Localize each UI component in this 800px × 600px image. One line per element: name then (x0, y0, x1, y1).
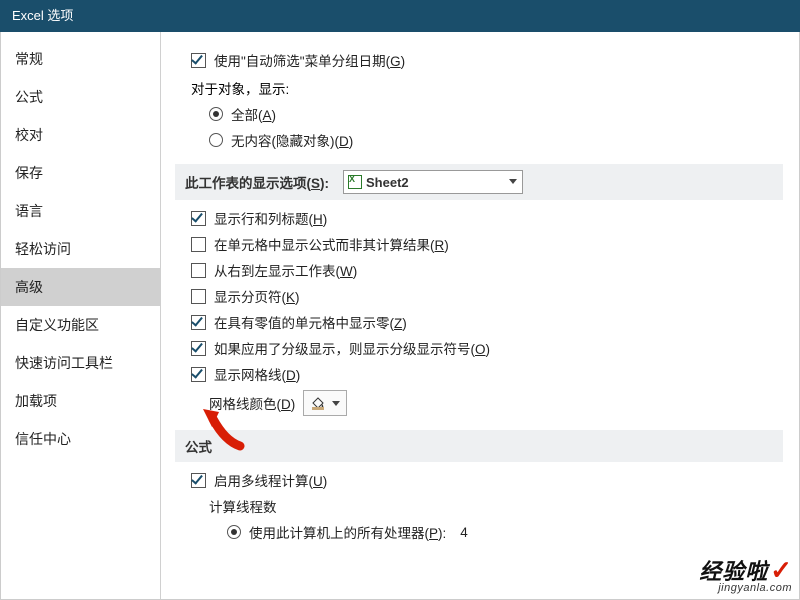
opt-label: 网格线颜色(D) (209, 393, 295, 413)
radio-icon[interactable] (209, 107, 223, 121)
sheet-name: Sheet2 (366, 175, 409, 190)
sidebar-item-advanced[interactable]: 高级 (1, 268, 160, 306)
checkbox-icon[interactable] (191, 289, 206, 304)
sidebar-item-customize-ribbon[interactable]: 自定义功能区 (1, 306, 160, 344)
opt-label: 计算线程数 (209, 496, 277, 516)
checkbox-icon[interactable] (191, 341, 206, 356)
cpu-count: 4 (460, 525, 468, 540)
opt-label: 显示行和列标题(H) (214, 208, 327, 228)
objects-label: 对于对象，显示: (191, 78, 783, 98)
section-label: 此工作表的显示选项(S): (185, 172, 329, 192)
opt-label: 如果应用了分级显示，则显示分级显示符号(O) (214, 338, 490, 358)
sidebar-item-general[interactable]: 常规 (1, 40, 160, 78)
opt-objects-all[interactable]: 全部(A) (209, 104, 783, 124)
opt-autofilter-group[interactable]: 使用"自动筛选"菜单分组日期(G) (191, 50, 783, 70)
opt-label: 使用"自动筛选"菜单分组日期(G) (214, 50, 405, 70)
opt-row-col-headers[interactable]: 显示行和列标题(H) (191, 208, 783, 228)
opt-label: 从右到左显示工作表(W) (214, 260, 357, 280)
sidebar-item-qat[interactable]: 快速访问工具栏 (1, 344, 160, 382)
opt-show-formulas[interactable]: 在单元格中显示公式而非其计算结果(R) (191, 234, 783, 254)
opt-label: 在具有零值的单元格中显示零(Z) (214, 312, 407, 332)
sidebar-item-formulas[interactable]: 公式 (1, 78, 160, 116)
checkbox-icon[interactable] (191, 367, 206, 382)
sidebar-item-trust[interactable]: 信任中心 (1, 420, 160, 458)
color-swatch (312, 407, 324, 410)
opt-objects-none[interactable]: 无内容(隐藏对象)(D) (209, 130, 783, 150)
opt-gridlines[interactable]: 显示网格线(D) (191, 364, 783, 384)
opt-label: 显示分页符(K) (214, 286, 300, 306)
watermark: 经验啦✓ jingyanla.com (699, 554, 792, 594)
checkbox-icon[interactable] (191, 473, 206, 488)
section-sheet-display: 此工作表的显示选项(S): Sheet2 (175, 164, 783, 200)
checkbox-icon[interactable] (191, 53, 206, 68)
sidebar-item-language[interactable]: 语言 (1, 192, 160, 230)
checkbox-icon[interactable] (191, 211, 206, 226)
checkbox-icon[interactable] (191, 315, 206, 330)
opt-rtl[interactable]: 从右到左显示工作表(W) (191, 260, 783, 280)
opt-outline-symbols[interactable]: 如果应用了分级显示，则显示分级显示符号(O) (191, 338, 783, 358)
grid-color-button[interactable] (303, 390, 347, 416)
content-pane: 使用"自动筛选"菜单分组日期(G) 对于对象，显示: 全部(A) 无内容(隐藏对… (161, 32, 799, 599)
opt-multithread[interactable]: 启用多线程计算(U) (191, 470, 783, 490)
checkbox-icon[interactable] (191, 237, 206, 252)
opt-grid-color: 网格线颜色(D) (209, 390, 783, 416)
sidebar-item-addins[interactable]: 加载项 (1, 382, 160, 420)
sidebar: 常规 公式 校对 保存 语言 轻松访问 高级 自定义功能区 快速访问工具栏 加载… (1, 32, 161, 599)
opt-zero-values[interactable]: 在具有零值的单元格中显示零(Z) (191, 312, 783, 332)
checkbox-icon[interactable] (191, 263, 206, 278)
dialog-body: 常规 公式 校对 保存 语言 轻松访问 高级 自定义功能区 快速访问工具栏 加载… (0, 32, 800, 600)
opt-label: 全部(A) (231, 104, 276, 124)
chevron-down-icon (332, 401, 340, 406)
radio-icon[interactable] (209, 133, 223, 147)
worksheet-icon (348, 175, 362, 189)
radio-icon[interactable] (227, 525, 241, 539)
sidebar-item-proofing[interactable]: 校对 (1, 116, 160, 154)
opt-label: 使用此计算机上的所有处理器(P): (249, 522, 446, 542)
check-icon: ✓ (770, 555, 792, 585)
opt-use-all-cpu[interactable]: 使用此计算机上的所有处理器(P): 4 (227, 522, 783, 542)
sidebar-item-save[interactable]: 保存 (1, 154, 160, 192)
opt-label: 无内容(隐藏对象)(D) (231, 130, 353, 150)
opt-label: 显示网格线(D) (214, 364, 300, 384)
thread-count-label: 计算线程数 (209, 496, 783, 516)
opt-label: 启用多线程计算(U) (214, 470, 327, 490)
chevron-down-icon (509, 179, 517, 184)
paint-bucket-icon (310, 395, 326, 411)
sheet-select[interactable]: Sheet2 (343, 170, 523, 194)
dialog-title: Excel 选项 (0, 0, 800, 32)
opt-page-breaks[interactable]: 显示分页符(K) (191, 286, 783, 306)
sidebar-item-ease[interactable]: 轻松访问 (1, 230, 160, 268)
section-label: 公式 (185, 436, 212, 456)
opt-label: 在单元格中显示公式而非其计算结果(R) (214, 234, 449, 254)
section-formulas: 公式 (175, 430, 783, 462)
